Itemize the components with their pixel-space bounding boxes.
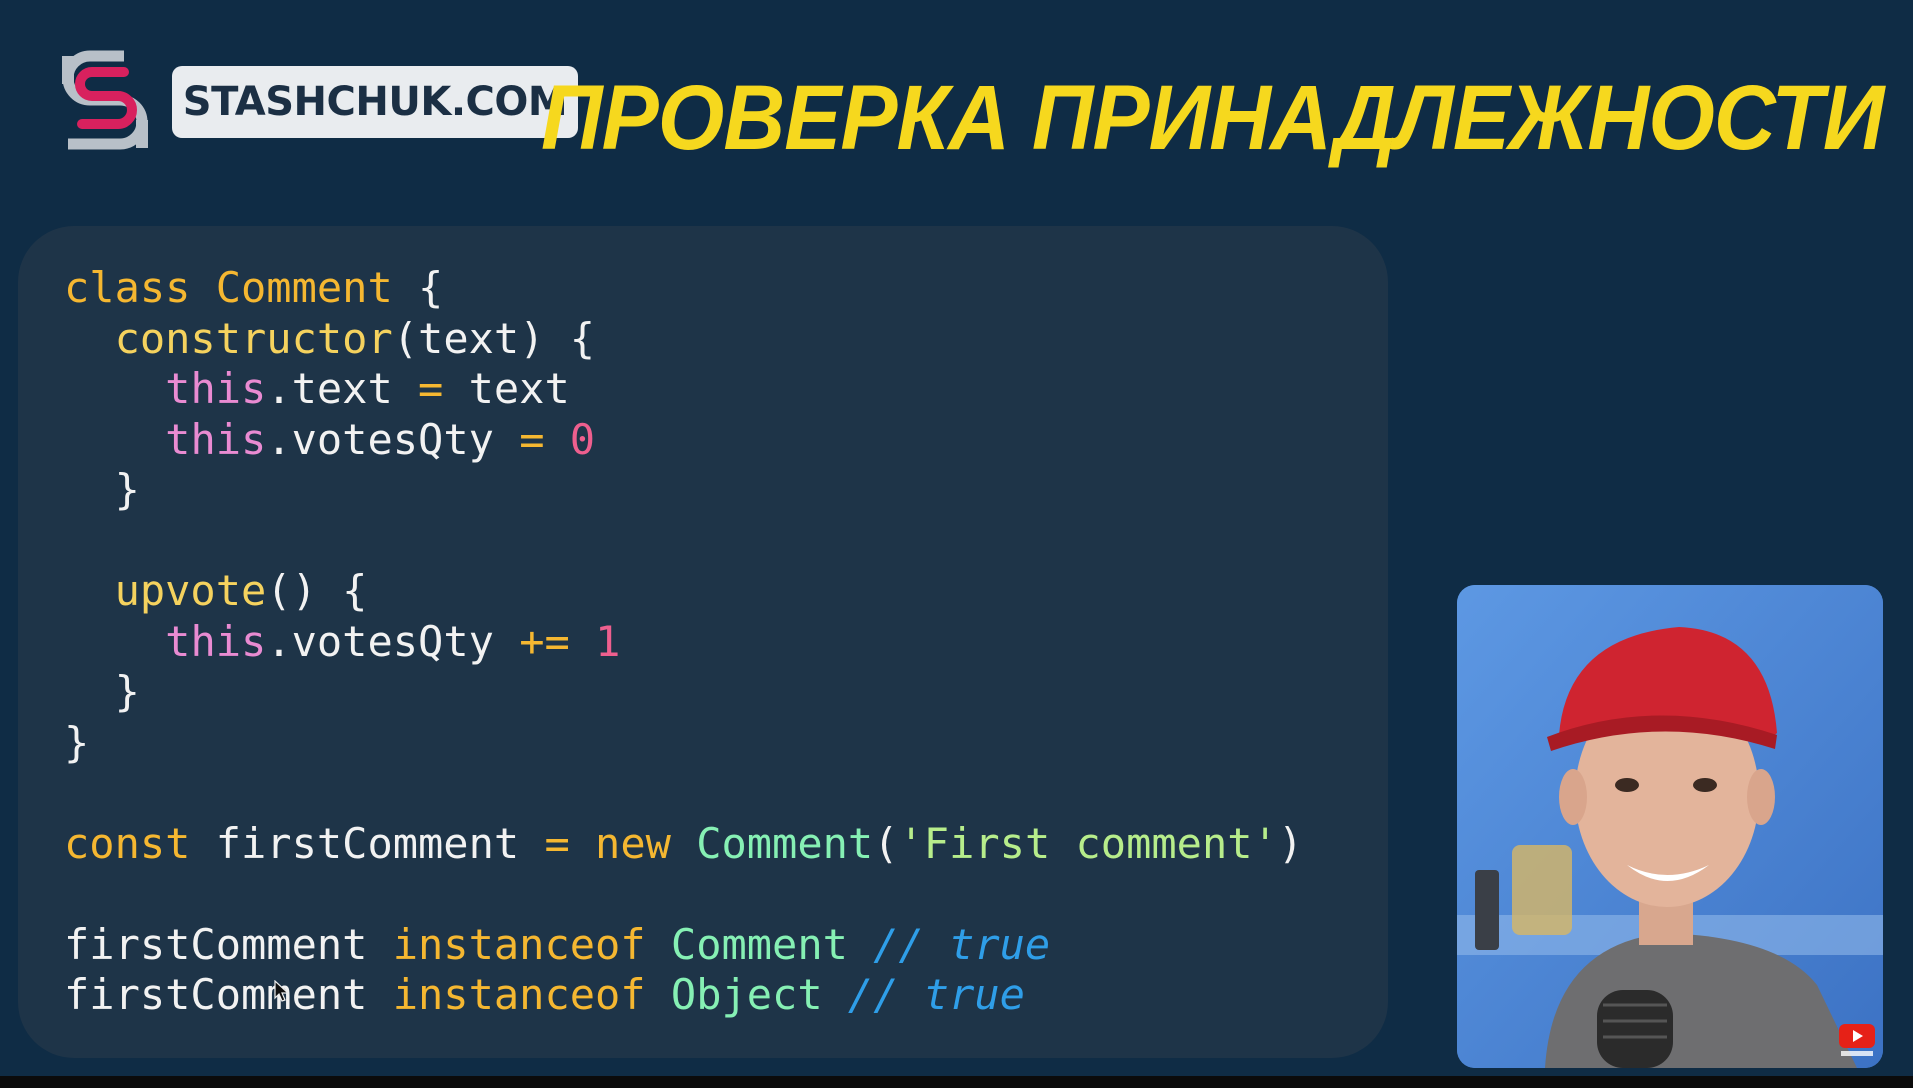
- code-variable: firstComment: [190, 818, 545, 868]
- presenter-video[interactable]: [1457, 585, 1883, 1068]
- code-line-4: this.votesQty = 0: [64, 415, 595, 464]
- code-paren: (: [873, 818, 899, 868]
- code-keyword: class: [64, 263, 191, 312]
- youtube-subscribe-icon[interactable]: [1837, 1018, 1877, 1058]
- site-logo-text: STASHCHUK.COM: [182, 79, 568, 125]
- code-line-7: upvote() {: [64, 566, 368, 615]
- code-this: this: [165, 414, 267, 464]
- code-property: .votesQty: [266, 616, 520, 666]
- bottom-bar: [0, 1076, 1913, 1088]
- presenter-image: [1457, 585, 1883, 1068]
- code-line-12: const firstComment = new Comment('First …: [64, 819, 1303, 868]
- code-line-14: firstComment instanceof Comment // true: [64, 920, 1050, 969]
- code-keyword: instanceof: [392, 919, 646, 969]
- code-number: 0: [569, 414, 596, 464]
- code-keyword: const: [64, 818, 191, 868]
- code-variable: firstComment: [64, 970, 393, 1019]
- code-brace: }: [64, 717, 90, 767]
- code-keyword: instanceof: [392, 970, 646, 1019]
- code-operator: =: [544, 818, 570, 868]
- code-line-1: class Comment {: [64, 263, 443, 312]
- code-param: text: [418, 313, 520, 363]
- code-variable: firstComment: [64, 919, 393, 969]
- code-paren: (: [392, 313, 419, 363]
- code-operator: =: [418, 364, 444, 413]
- code-paren: ): [1277, 818, 1304, 868]
- code-class-ref: Comment: [696, 818, 874, 868]
- code-brace: {: [392, 263, 444, 312]
- code-line-3: this.text = text: [64, 364, 570, 413]
- mouse-pointer-icon: [274, 980, 290, 1002]
- code-this: this: [165, 616, 267, 666]
- code-line-10: }: [64, 718, 89, 767]
- code-property: .votesQty: [266, 414, 520, 464]
- code-brace: }: [114, 667, 140, 716]
- stashchuk-s-logo-icon: [62, 50, 148, 150]
- code-block: class Comment { constructor(text) { this…: [64, 263, 1303, 1021]
- code-class-ref: Object: [670, 970, 823, 1019]
- code-operator: =: [519, 414, 545, 464]
- code-brace: {: [316, 566, 368, 615]
- code-string: 'First comment': [898, 818, 1278, 868]
- code-line-2: constructor(text) {: [64, 314, 595, 363]
- code-brace: }: [114, 465, 140, 514]
- code-number: 1: [595, 616, 621, 666]
- code-line-5: }: [64, 465, 140, 514]
- code-this: this: [165, 364, 267, 413]
- code-value: text: [443, 364, 570, 413]
- code-property: .text: [266, 364, 419, 413]
- code-comment: // true: [847, 970, 1025, 1019]
- code-line-15: firstComment instanceof Object // true: [64, 970, 1025, 1019]
- slide-title: ПРОВЕРКА ПРИНАДЛЕЖНОСТИ: [540, 67, 1884, 169]
- code-class-name: Comment: [215, 263, 393, 312]
- code-line-8: this.votesQty += 1: [64, 617, 620, 666]
- code-comment: // true: [873, 919, 1051, 969]
- code-operator: +=: [519, 616, 570, 666]
- code-line-9: }: [64, 667, 140, 716]
- code-method: upvote: [114, 566, 267, 615]
- code-class-ref: Comment: [670, 919, 848, 969]
- code-method: constructor: [114, 313, 393, 363]
- code-paren: (): [266, 566, 317, 615]
- code-paren: ) {: [519, 313, 596, 363]
- site-logo-badge: STASHCHUK.COM: [172, 66, 578, 138]
- code-keyword: new: [595, 818, 671, 868]
